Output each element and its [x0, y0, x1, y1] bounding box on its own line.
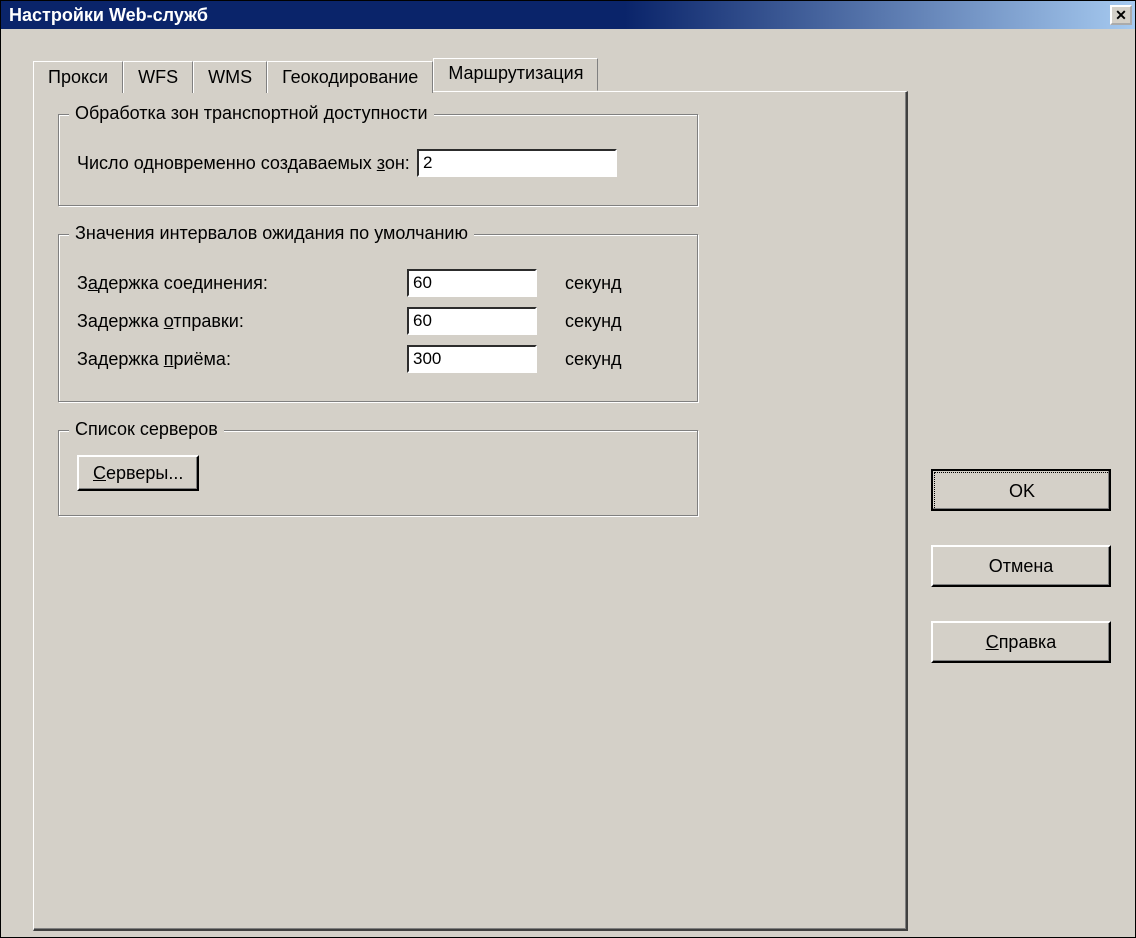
- row-connect-timeout: Задержка соединения: секунд: [77, 269, 679, 297]
- unit-receive: секунд: [565, 349, 622, 370]
- input-connect-timeout[interactable]: [407, 269, 537, 297]
- groupbox-servers-legend: Список серверов: [69, 419, 224, 440]
- row-send-timeout: Задержка отправки: секунд: [77, 307, 679, 335]
- tab-geocoding[interactable]: Геокодирование: [267, 61, 433, 93]
- groupbox-zones-legend: Обработка зон транспортной доступности: [69, 103, 434, 124]
- input-receive-timeout[interactable]: [407, 345, 537, 373]
- groupbox-servers: Список серверов Серверы...: [58, 430, 698, 516]
- title-bar: Настройки Web-служб ✕: [1, 1, 1135, 29]
- label-send-timeout: Задержка отправки:: [77, 311, 407, 332]
- close-button[interactable]: ✕: [1110, 5, 1132, 25]
- close-icon: ✕: [1115, 8, 1127, 22]
- groupbox-timeouts-legend: Значения интервалов ожидания по умолчани…: [69, 223, 474, 244]
- help-button[interactable]: Справка: [931, 621, 1111, 663]
- label-zone-count: Число одновременно создаваемых зон:: [77, 153, 417, 174]
- tab-proxy[interactable]: Прокси: [33, 61, 123, 93]
- window-title: Настройки Web-служб: [9, 5, 208, 26]
- groupbox-timeouts: Значения интервалов ожидания по умолчани…: [58, 234, 698, 402]
- dialog-window: Настройки Web-служб ✕ Прокси WFS WMS Гео…: [0, 0, 1136, 938]
- dialog-body: Прокси WFS WMS Геокодирование Маршрутиза…: [1, 29, 1135, 937]
- unit-send: секунд: [565, 311, 622, 332]
- row-receive-timeout: Задержка приёма: секунд: [77, 345, 679, 373]
- input-zone-count[interactable]: [417, 149, 617, 177]
- tab-routing[interactable]: Маршрутизация: [433, 58, 598, 91]
- dialog-actions: OK Отмена Справка: [931, 469, 1111, 663]
- tab-wfs[interactable]: WFS: [123, 61, 193, 93]
- tab-panel-routing: Обработка зон транспортной доступности Ч…: [33, 91, 908, 931]
- unit-connect: секунд: [565, 273, 622, 294]
- groupbox-zones: Обработка зон транспортной доступности Ч…: [58, 114, 698, 206]
- cancel-button[interactable]: Отмена: [931, 545, 1111, 587]
- row-zone-count: Число одновременно создаваемых зон:: [77, 149, 679, 177]
- input-send-timeout[interactable]: [407, 307, 537, 335]
- label-receive-timeout: Задержка приёма:: [77, 349, 407, 370]
- tab-wms[interactable]: WMS: [193, 61, 267, 93]
- label-connect-timeout: Задержка соединения:: [77, 273, 407, 294]
- ok-button[interactable]: OK: [931, 469, 1111, 511]
- servers-button[interactable]: Серверы...: [77, 455, 199, 491]
- tab-strip: Прокси WFS WMS Геокодирование Маршрутиза…: [33, 59, 598, 91]
